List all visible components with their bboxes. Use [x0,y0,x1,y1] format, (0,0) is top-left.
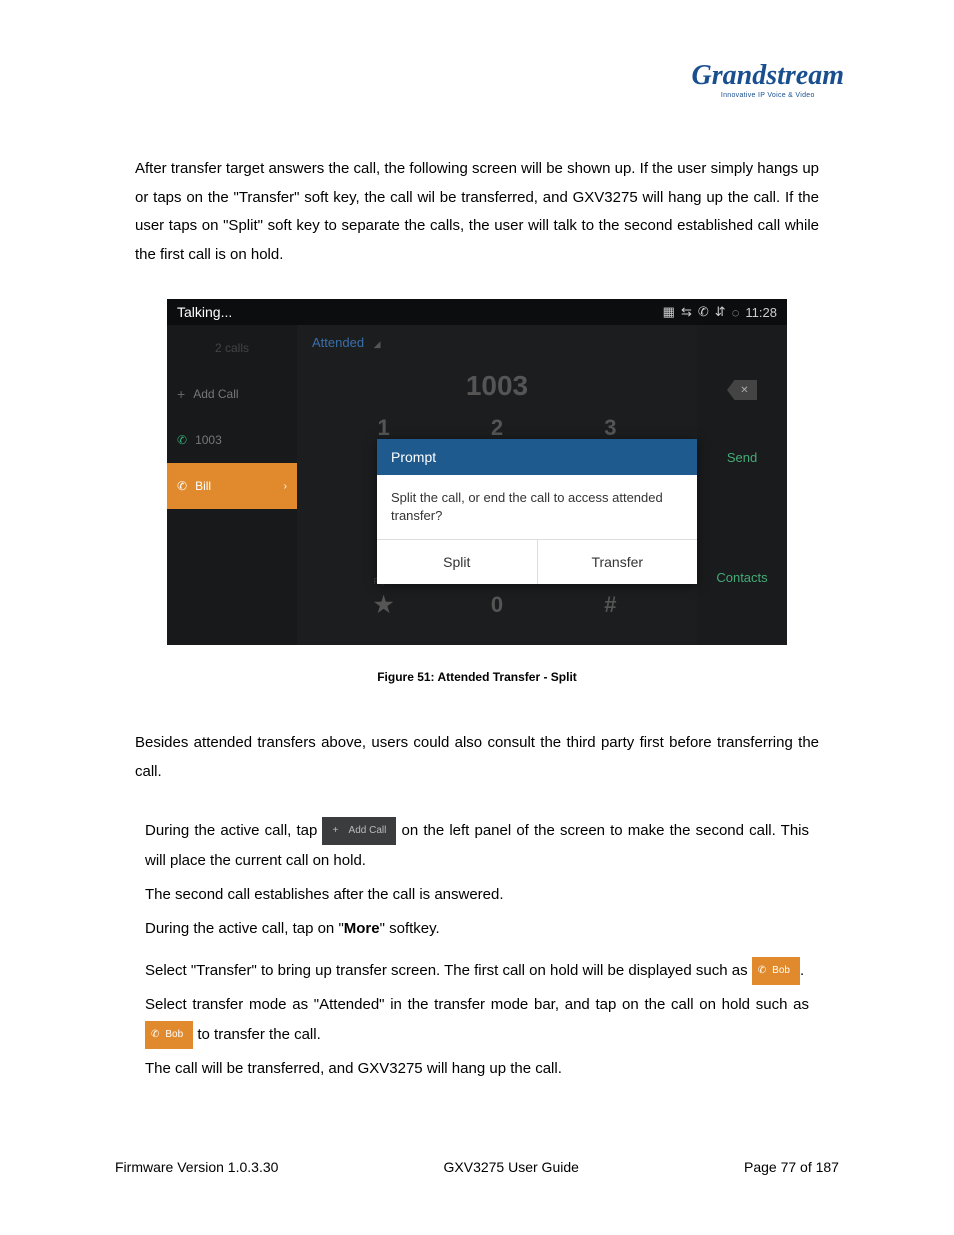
contacts-button[interactable]: Contacts [716,570,767,585]
status-title: Talking... [177,304,232,320]
send-button[interactable]: Send [727,450,757,465]
key-hash[interactable]: # [590,592,630,618]
split-button[interactable]: Split [377,540,538,584]
paragraph-2: Besides attended transfers above, users … [135,729,819,786]
dialed-number: 1003 [297,360,697,412]
sidebar-add-call[interactable]: + Add Call [167,371,297,417]
instruction-4: Select "Transfer" to bring up transfer s… [145,956,809,986]
instruction-5: Select transfer mode as "Attended" in th… [145,990,809,1050]
key-star[interactable]: ★ [364,592,404,618]
status-bar: Talking... ▦ ⇆ ✆ ⇵ ◌ 11:28 [167,299,787,325]
status-icons: ▦ ⇆ ✆ ⇵ ◌ 11:28 [663,304,777,320]
add-call-inline-button: + Add Call [322,817,396,845]
attended-mode[interactable]: Attended ◢ [297,325,697,360]
network-icon: ⇵ [715,304,726,320]
phone-icon: ✆ [758,965,766,976]
contact-1003-label: 1003 [195,433,222,447]
logo-text: Grandstream [692,60,844,92]
backspace-icon[interactable]: ✕ [727,380,757,400]
bob-chip-1: ✆Bob [752,957,800,985]
key-3[interactable]: 3 [590,415,630,441]
paragraph-1: After transfer target answers the call, … [135,155,819,269]
figure-caption: Figure 51: Attended Transfer - Split [135,670,819,684]
footer-firmware: Firmware Version 1.0.3.30 [115,1159,278,1175]
picture-icon: ▦ [663,304,675,320]
bob-chip-2: ✆Bob [145,1021,193,1049]
call-icon: ✆ [177,479,187,493]
keypad-row-bottom: ★ 0 # [297,589,697,621]
key-1[interactable]: 1 [364,415,404,441]
instruction-3: During the active call, tap on "More" so… [145,914,809,944]
sidebar-contact-bill[interactable]: ✆ Bill › [167,463,297,509]
sidebar-calls-count: 2 calls [167,325,297,371]
screenshot-figure: Talking... ▦ ⇆ ✆ ⇵ ◌ 11:28 2 calls + Add… [167,299,787,645]
transfer-icon: ⇆ [681,304,692,320]
logo-tagline: Innovative IP Voice & Video [692,92,844,99]
plus-icon: + [177,386,185,402]
phone-icon: ✆ [698,304,709,320]
phone-icon: ✆ [151,1029,159,1040]
brand-logo: Grandstream Innovative IP Voice & Video [692,60,844,99]
phone-sidebar: 2 calls + Add Call ✆ 1003 ✆ Bill › [167,325,297,645]
clock: 11:28 [745,305,777,320]
call-icon: ✆ [177,433,187,447]
add-call-label: Add Call [193,387,238,401]
instruction-2: The second call establishes after the ca… [145,880,809,910]
prompt-dialog: Prompt Split the call, or end the call t… [377,439,697,584]
instruction-1: During the active call, tap + Add Call o… [145,816,809,876]
footer-page: Page 77 of 187 [744,1159,839,1175]
instruction-6: The call will be transferred, and GXV327… [145,1054,809,1084]
footer-title: GXV3275 User Guide [444,1159,579,1175]
phone-right-panel: ✕ Send Contacts [697,325,787,645]
dialog-body: Split the call, or end the call to acces… [377,475,697,540]
dropdown-icon: ◢ [374,339,381,349]
sidebar-contact-1003[interactable]: ✆ 1003 [167,417,297,463]
sync-icon: ◌ [732,305,740,320]
plus-icon: + [332,825,338,836]
chevron-right-icon: › [284,481,287,492]
key-0[interactable]: 0 [477,592,517,618]
contact-bill-label: Bill [195,479,211,493]
page-footer: Firmware Version 1.0.3.30 GXV3275 User G… [115,1159,839,1175]
transfer-button[interactable]: Transfer [538,540,698,584]
dialog-title: Prompt [377,439,697,475]
key-2[interactable]: 2 [477,415,517,441]
